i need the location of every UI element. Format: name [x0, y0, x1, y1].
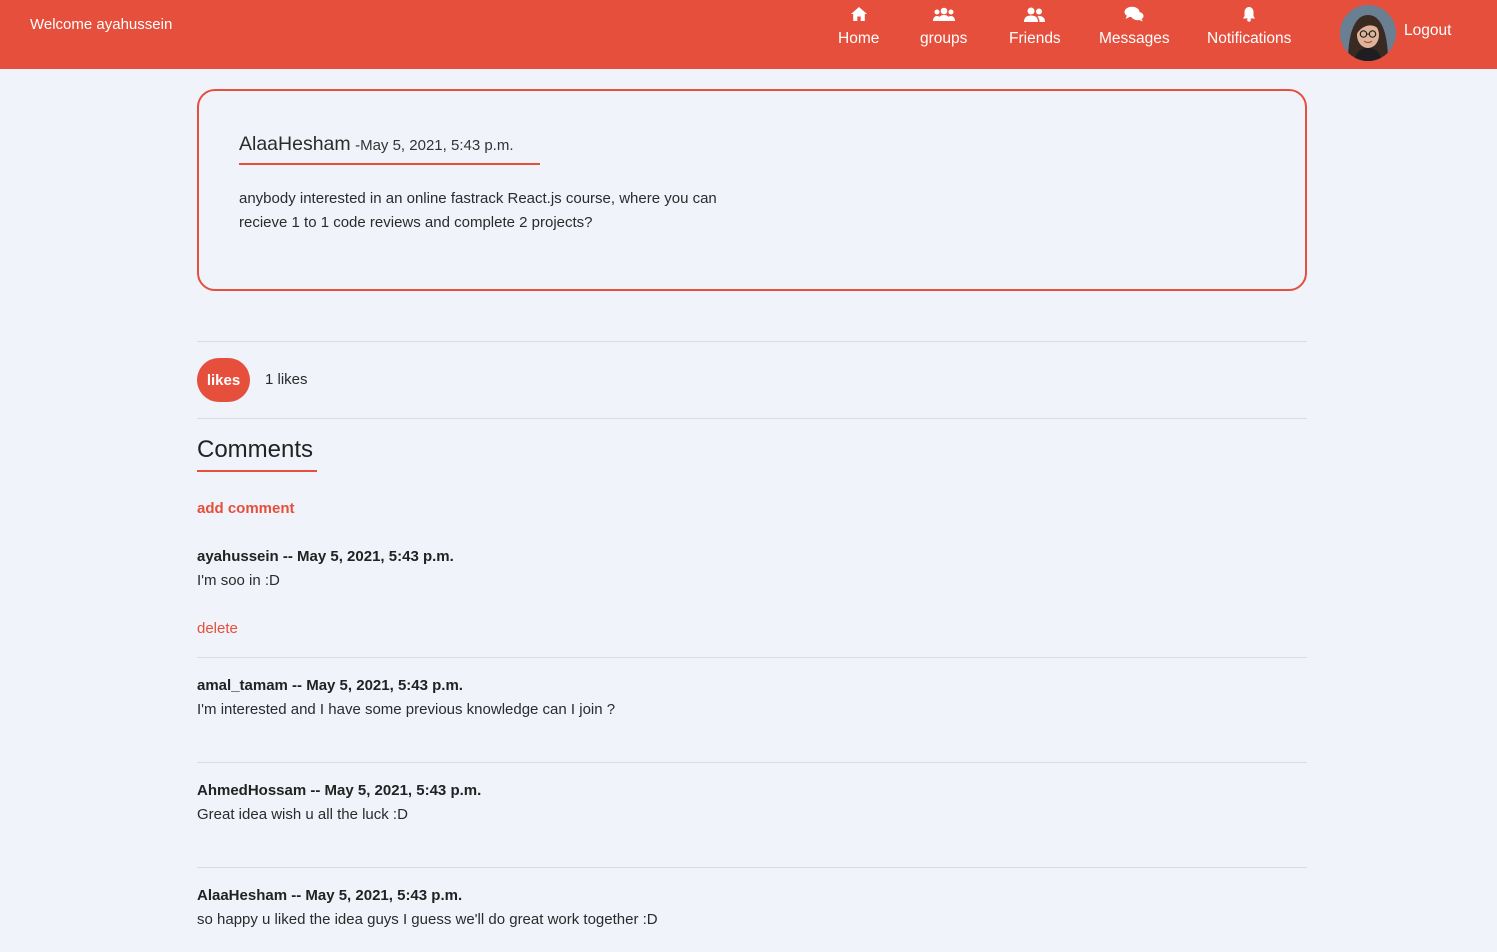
nav-messages[interactable]: Messages [1099, 4, 1170, 48]
comment-header: amal_tamam -- May 5, 2021, 5:43 p.m. [197, 677, 463, 694]
comment-header: AlaaHesham -- May 5, 2021, 5:43 p.m. [197, 887, 463, 904]
divider [197, 762, 1307, 763]
comment-text: I'm interested and I have some previous … [197, 701, 616, 718]
nav-messages-label: Messages [1099, 30, 1170, 47]
likes-count: 1 likes [265, 371, 308, 388]
comment-text: so happy u liked the idea guys I guess w… [197, 911, 658, 928]
nav-home-label: Home [838, 30, 880, 47]
home-icon [850, 4, 868, 22]
post-header: AlaaHesham -May 5, 2021, 5:43 p.m. [239, 133, 514, 156]
comment-header: ayahussein -- May 5, 2021, 5:43 p.m. [197, 548, 454, 565]
like-button[interactable]: likes [197, 358, 250, 402]
nav-groups[interactable]: groups [920, 4, 967, 48]
divider [197, 418, 1307, 419]
post-date: -May 5, 2021, 5:43 p.m. [355, 137, 514, 154]
post-header-underline [239, 163, 540, 165]
comments-title: Comments [197, 436, 314, 463]
add-comment-link[interactable]: add comment [197, 500, 295, 517]
nav-friends[interactable]: Friends [1009, 4, 1061, 48]
post-author[interactable]: AlaaHesham [239, 133, 351, 155]
post-text: anybody interested in an online fastrack… [239, 190, 717, 231]
comment-header: AhmedHossam -- May 5, 2021, 5:43 p.m. [197, 782, 482, 799]
nav-groups-label: groups [920, 30, 968, 47]
bell-icon [1242, 4, 1256, 22]
post-card: AlaaHesham -May 5, 2021, 5:43 p.m. anybo… [197, 89, 1307, 291]
avatar[interactable] [1340, 5, 1396, 61]
comments-icon [1124, 4, 1144, 22]
divider [197, 657, 1307, 658]
nav-notifications-label: Notifications [1207, 30, 1292, 47]
divider [197, 341, 1307, 342]
comment-text: I'm soo in :D [197, 572, 280, 589]
nav-home[interactable]: Home [838, 4, 879, 48]
users-icon [932, 4, 955, 22]
top-navbar: Welcome ayahussein Home groups Friends M… [0, 0, 1497, 69]
comment-text: Great idea wish u all the luck :D [197, 806, 408, 823]
nav-notifications[interactable]: Notifications [1207, 4, 1291, 48]
user-friends-icon [1024, 4, 1046, 22]
divider [197, 867, 1307, 868]
welcome-text: Welcome ayahussein [30, 16, 173, 33]
logout-link[interactable]: Logout [1404, 22, 1451, 40]
delete-comment-link[interactable]: delete [197, 620, 238, 637]
comments-title-underline [197, 470, 317, 472]
nav-friends-label: Friends [1009, 30, 1061, 47]
